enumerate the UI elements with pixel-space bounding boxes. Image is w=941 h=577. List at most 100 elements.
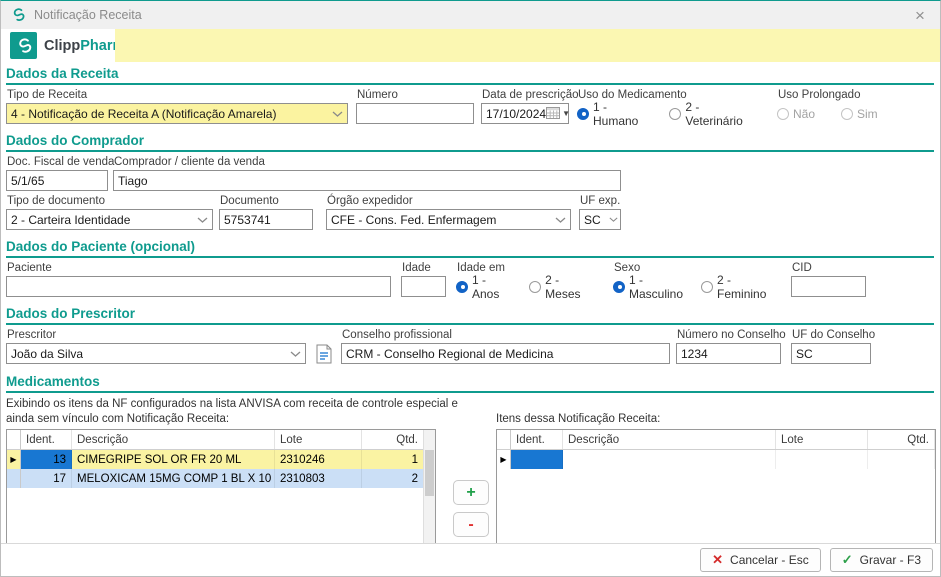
col-qtd: Qtd.: [868, 430, 935, 449]
section-title-comprador: Dados do Comprador: [6, 131, 934, 152]
table-header: Ident. Descrição Lote Qtd.: [497, 430, 935, 450]
radio-feminino[interactable]: [701, 281, 713, 293]
anvisa-info-line1: Exibindo os itens da NF configurados na …: [6, 398, 458, 410]
chevron-down-icon: [332, 111, 343, 117]
window-title: Notificação Receita: [34, 8, 142, 22]
uf-conselho-label: UF do Conselho: [792, 329, 871, 341]
clipppharma-logo-icon: [10, 32, 37, 59]
documento-input[interactable]: [219, 209, 313, 230]
footer-bar: ✕ Cancelar - Esc ✓ Gravar - F3: [1, 543, 940, 576]
cancel-x-icon: ✕: [712, 552, 723, 568]
doc-fiscal-input[interactable]: [6, 170, 108, 191]
orgao-expedidor-field: Órgão expedidor CFE - Cons. Fed. Enferma…: [326, 191, 571, 230]
orgao-expedidor-select[interactable]: CFE - Cons. Fed. Enfermagem: [326, 209, 571, 230]
tipo-receita-select[interactable]: 4 - Notificação de Receita A (Notificaçã…: [6, 103, 348, 124]
radio-masculino-label: 1 - Masculino: [629, 273, 683, 301]
row-marker-icon: ▶: [7, 450, 21, 469]
table-row[interactable]: 17 MELOXICAM 15MG COMP 1 BL X 10 2310803…: [7, 469, 424, 488]
form-content: Dados da Receita Tipo de Receita 4 - Not…: [1, 62, 940, 569]
cid-input[interactable]: [791, 276, 866, 297]
conselho-input[interactable]: [341, 343, 670, 364]
cancel-button[interactable]: ✕ Cancelar - Esc: [700, 548, 821, 572]
add-item-button[interactable]: +: [453, 480, 489, 505]
cell-descricao[interactable]: CIMEGRIPE SOL OR FR 20 ML: [72, 450, 275, 469]
tipo-documento-label: Tipo de documento: [7, 195, 213, 207]
radio-humano[interactable]: [577, 108, 589, 120]
section-medicamentos: Medicamentos Exibindo os itens da NF con…: [6, 372, 934, 569]
prescritor-select[interactable]: João da Silva: [6, 343, 306, 364]
cell-lote[interactable]: [776, 450, 868, 469]
numero-field: Número: [356, 85, 474, 124]
col-ident: Ident.: [511, 430, 563, 449]
col-descricao: Descrição: [72, 430, 275, 449]
numero-input[interactable]: [356, 103, 474, 124]
col-qtd: Qtd.: [362, 430, 424, 449]
idade-input[interactable]: [401, 276, 446, 297]
orgao-expedidor-value: CFE - Cons. Fed. Enfermagem: [331, 213, 496, 227]
col-lote: Lote: [275, 430, 362, 449]
cell-ident[interactable]: 17: [21, 469, 72, 488]
tipo-receita-field: Tipo de Receita 4 - Notificação de Recei…: [6, 85, 348, 124]
doc-fiscal-field: Doc. Fiscal de venda: [6, 152, 108, 191]
cell-qtd[interactable]: 1: [362, 450, 424, 469]
radio-veterinario[interactable]: [669, 108, 681, 120]
uf-exp-label: UF exp.: [580, 195, 621, 207]
numero-conselho-input[interactable]: [676, 343, 781, 364]
scrollbar-thumb[interactable]: [425, 450, 434, 496]
brand-bar: ClippPharma: [1, 29, 940, 62]
cell-ident[interactable]: 13: [21, 450, 72, 469]
radio-anos-label: 1 - Anos: [472, 273, 511, 301]
chevron-down-icon: [197, 217, 208, 223]
data-prescricao-input[interactable]: 17/10/2024 ▼: [481, 103, 569, 124]
close-icon[interactable]: ×: [909, 7, 931, 24]
documento-label: Documento: [220, 195, 313, 207]
brand-logo: ClippPharma: [1, 29, 115, 62]
yellow-banner: [115, 29, 940, 62]
paperclip-logo-icon: [10, 7, 26, 23]
col-lote: Lote: [776, 430, 868, 449]
section-dados-comprador: Dados do Comprador Doc. Fiscal de venda …: [6, 131, 934, 230]
radio-anos[interactable]: [456, 281, 468, 293]
radio-meses[interactable]: [529, 281, 541, 293]
chevron-down-icon: [555, 217, 566, 223]
numero-label: Número: [357, 89, 474, 101]
cell-qtd[interactable]: 2: [362, 469, 424, 488]
cell-descricao[interactable]: MELOXICAM 15MG COMP 1 BL X 10: [72, 469, 275, 488]
table-row[interactable]: ▶: [497, 450, 935, 469]
radio-feminino-label: 2 - Feminino: [717, 273, 766, 301]
comprador-field: Comprador / cliente da venda: [113, 152, 621, 191]
remove-item-button[interactable]: -: [453, 512, 489, 537]
data-prescricao-value: 17/10/2024: [486, 107, 546, 121]
itens-notificacao-label: Itens dessa Notificação Receita:: [496, 413, 660, 425]
title-bar: Notificação Receita ×: [1, 1, 940, 29]
comprador-input[interactable]: [113, 170, 621, 191]
marker-column-header: [7, 430, 21, 449]
radio-prolongado-sim-label: Sim: [857, 107, 878, 121]
prescritor-value: João da Silva: [11, 347, 83, 361]
table-header: Ident. Descrição Lote Qtd.: [7, 430, 424, 450]
paciente-input[interactable]: [6, 276, 391, 297]
radio-masculino[interactable]: [613, 281, 625, 293]
chevron-down-icon: [290, 351, 301, 357]
cell-descricao[interactable]: [563, 450, 776, 469]
table-row[interactable]: ▶ 13 CIMEGRIPE SOL OR FR 20 ML 2310246 1: [7, 450, 424, 469]
doc-fiscal-label: Doc. Fiscal de venda: [7, 156, 108, 168]
section-title-prescritor: Dados do Prescritor: [6, 304, 934, 325]
cell-lote[interactable]: 2310246: [275, 450, 362, 469]
notificacao-receita-dialog: Notificação Receita × ClippPharma Dados …: [0, 0, 941, 577]
row-marker-icon: ▶: [497, 450, 511, 469]
new-prescritor-document-icon[interactable]: [313, 343, 335, 365]
plus-icon: +: [466, 484, 475, 502]
cell-lote[interactable]: 2310803: [275, 469, 362, 488]
cid-field: CID: [791, 258, 866, 297]
row-marker: [7, 469, 21, 488]
uf-exp-select[interactable]: SC: [579, 209, 621, 230]
cell-qtd[interactable]: [868, 450, 935, 469]
idade-field: Idade: [401, 258, 446, 297]
section-dados-prescritor: Dados do Prescritor Prescritor João da S…: [6, 304, 934, 365]
uso-medicamento-group: Uso do Medicamento 1 - Humano 2 - Veteri…: [577, 85, 769, 124]
save-button[interactable]: ✓ Gravar - F3: [830, 548, 933, 572]
tipo-documento-select[interactable]: 2 - Carteira Identidade: [6, 209, 213, 230]
cell-ident[interactable]: [511, 450, 563, 469]
uf-conselho-input[interactable]: [791, 343, 871, 364]
